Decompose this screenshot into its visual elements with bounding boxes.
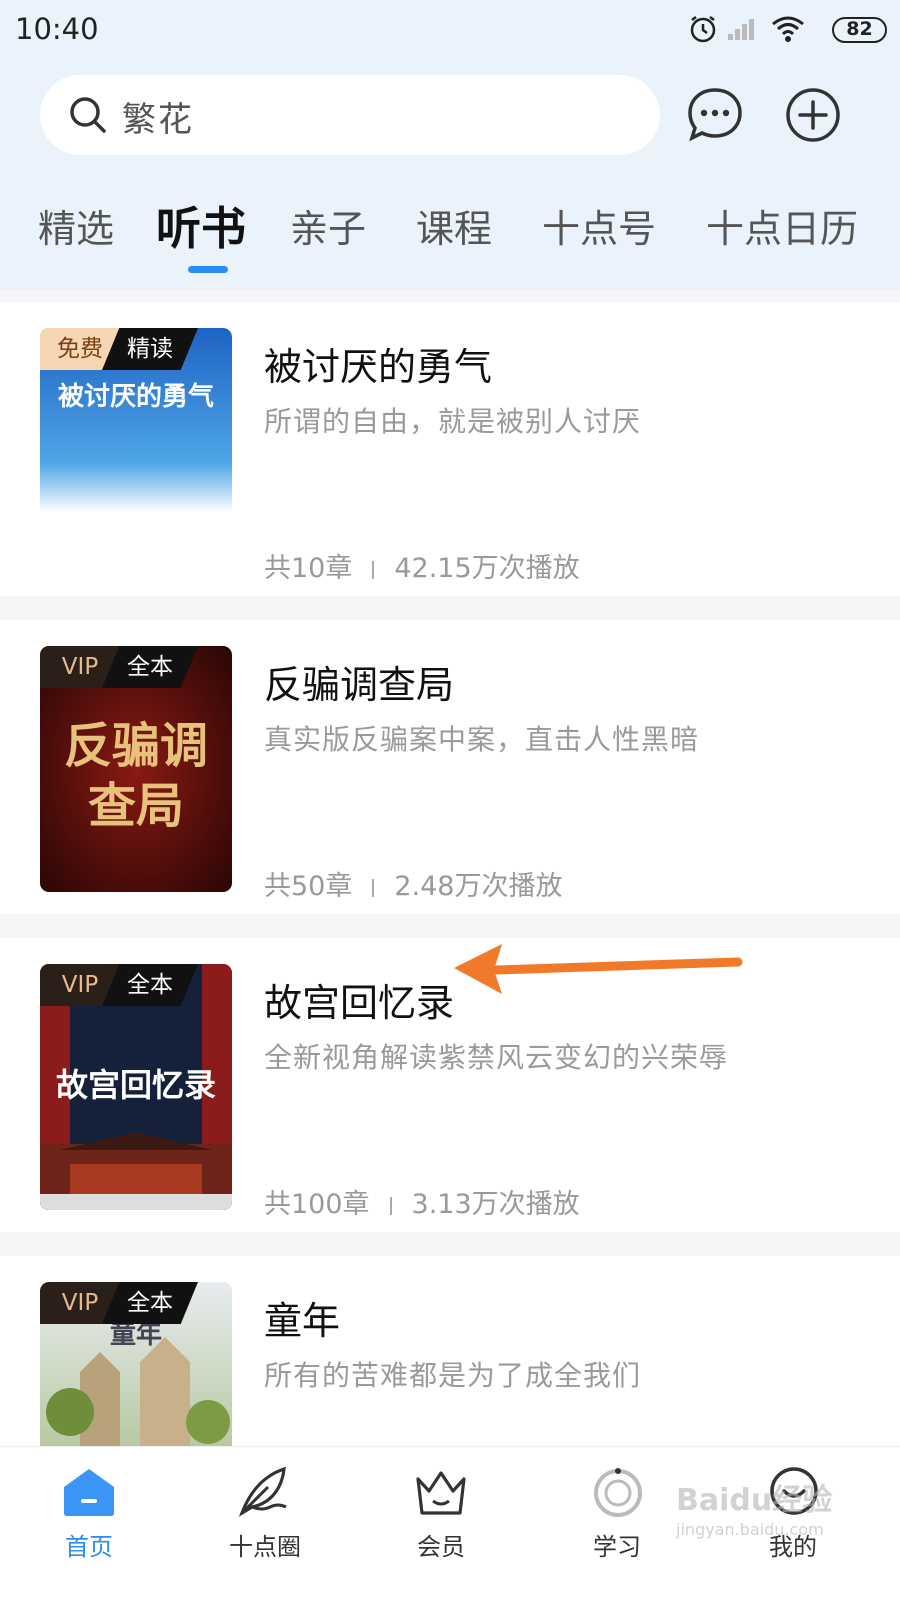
search-input[interactable]: 繁花	[122, 92, 194, 141]
nav-label: 首页	[65, 1533, 113, 1561]
status-time: 10:40	[15, 12, 99, 46]
chapter-count: 共10章	[264, 553, 353, 584]
play-count: 3.13万次播放	[411, 1189, 580, 1220]
nav-learning[interactable]: 学习	[542, 1447, 692, 1600]
book-cover: 故宫回忆录 VIP 全本	[40, 964, 232, 1210]
nav-label: 十点圈	[229, 1533, 301, 1561]
book-card[interactable]: 被讨厌的勇气 免费 精读 被讨厌的勇气 所谓的自由，就是被别人讨厌 共10章 42…	[0, 302, 900, 596]
wifi-icon	[770, 14, 806, 48]
book-meta: 共10章 42.15万次播放	[264, 546, 580, 585]
annotation-arrow-icon	[452, 940, 744, 1000]
header: 10:40 82 繁花 精选 听书 亲子 课程 十点号 十点日历	[0, 0, 900, 290]
chapter-count: 共100章	[264, 1189, 370, 1220]
book-meta: 共100章 3.13万次播放	[264, 1182, 580, 1221]
nav-circle[interactable]: 十点圈	[190, 1447, 340, 1600]
message-button[interactable]	[686, 86, 744, 144]
chapter-count: 共50章	[264, 871, 353, 902]
cover-title: 被讨厌的勇气	[57, 382, 214, 412]
book-card[interactable]: 童年 VIP 全本 童年 所有的苦难都是为了成全我们	[0, 1256, 900, 1446]
play-count: 2.48万次播放	[394, 871, 563, 902]
feather-icon	[238, 1466, 292, 1521]
chat-bubble-icon	[688, 88, 742, 142]
book-description: 所有的苦难都是为了成全我们	[264, 1359, 642, 1392]
nav-home[interactable]: 首页	[14, 1447, 164, 1600]
home-icon	[62, 1467, 116, 1521]
book-title: 反骗调查局	[264, 663, 455, 707]
tab-audiobooks[interactable]: 听书	[156, 192, 246, 257]
nav-membership[interactable]: 会员	[366, 1447, 516, 1600]
book-title: 童年	[264, 1299, 341, 1343]
book-description: 所谓的自由，就是被别人讨厌	[264, 405, 642, 438]
signal-icon	[726, 14, 760, 48]
alarm-icon	[688, 14, 718, 48]
book-description: 全新视角解读紫禁风云变幻的兴荣辱	[264, 1041, 729, 1074]
divider	[372, 878, 375, 897]
cover-title: 反骗调查局	[63, 718, 208, 834]
status-bar: 10:40 82	[0, 0, 900, 62]
plus-circle-icon	[786, 88, 840, 142]
tab-shidian-accounts[interactable]: 十点号	[542, 198, 656, 253]
add-button[interactable]	[784, 86, 842, 144]
book-cover: 反骗调查局 VIP 全本	[40, 646, 232, 892]
tab-parenting[interactable]: 亲子	[290, 198, 366, 253]
divider	[389, 1196, 392, 1215]
book-meta: 共50章 2.48万次播放	[264, 864, 562, 903]
battery-indicator: 82	[832, 17, 887, 43]
book-title: 故宫回忆录	[264, 981, 455, 1025]
search-icon	[68, 95, 108, 139]
nav-label: 学习	[593, 1533, 641, 1561]
play-count: 42.15万次播放	[394, 553, 580, 584]
divider	[372, 560, 375, 579]
book-card[interactable]: 故宫回忆录 VIP 全本 故宫回忆录 全新视角解读紫禁风云变幻的兴荣辱 共100…	[0, 938, 900, 1232]
tab-calendar[interactable]: 十点日历	[706, 198, 858, 253]
book-cover: 童年 VIP 全本	[40, 1282, 232, 1446]
target-icon	[592, 1465, 644, 1521]
category-tabs: 精选 听书 亲子 课程 十点号 十点日历	[0, 198, 900, 268]
book-cover: 被讨厌的勇气 免费 精读	[40, 328, 232, 574]
crown-icon	[414, 1467, 468, 1521]
watermark-url: jingyan.baidu.com	[676, 1520, 824, 1539]
active-tab-indicator	[188, 266, 228, 273]
tab-featured[interactable]: 精选	[38, 198, 114, 253]
watermark-logo: Baidu经验	[676, 1483, 833, 1518]
book-description: 真实版反骗案中案，直击人性黑暗	[264, 723, 700, 756]
cover-title: 故宫回忆录	[55, 1066, 216, 1104]
search-bar[interactable]: 繁花	[40, 75, 660, 155]
tab-courses[interactable]: 课程	[416, 198, 492, 253]
book-card[interactable]: 反骗调查局 VIP 全本 反骗调查局 真实版反骗案中案，直击人性黑暗 共50章 2…	[0, 620, 900, 914]
nav-label: 会员	[417, 1533, 465, 1561]
book-title: 被讨厌的勇气	[264, 345, 493, 389]
